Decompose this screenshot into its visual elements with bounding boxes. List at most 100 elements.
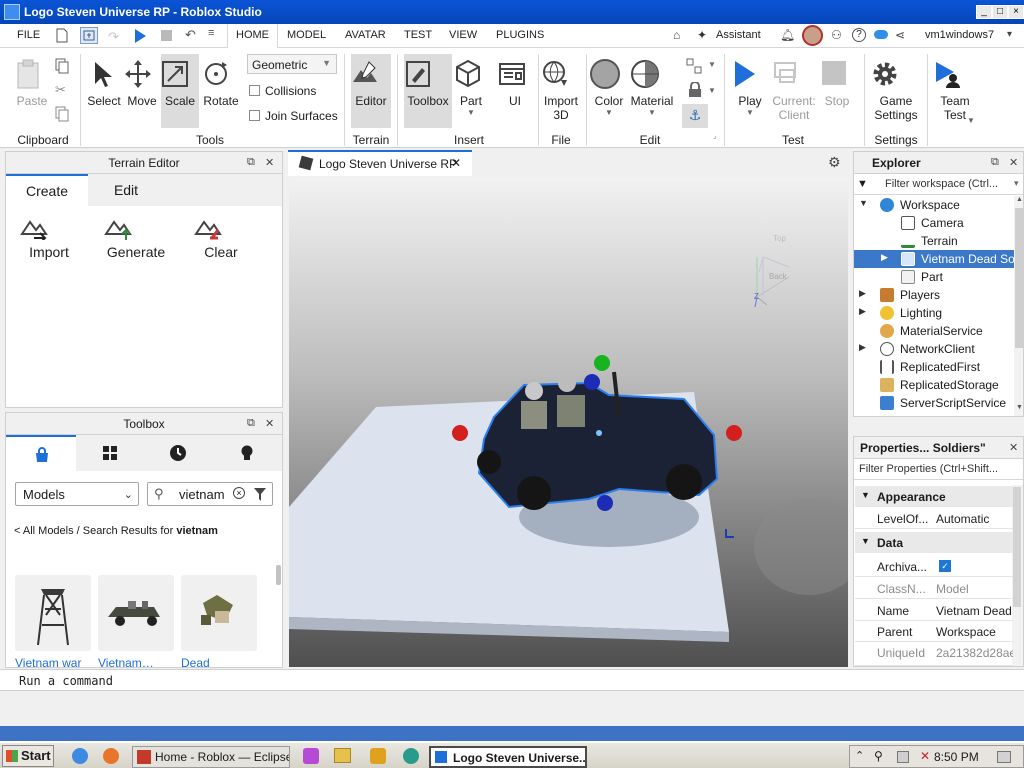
taskbar-item-eclipse[interactable]: Home - Roblox — Eclipse... bbox=[132, 746, 290, 768]
tray-network-icon[interactable] bbox=[897, 751, 909, 763]
properties-filter-box[interactable]: Filter Properties (Ctrl+Shift... bbox=[854, 460, 1023, 480]
close-properties-icon[interactable]: ✕ bbox=[1009, 441, 1018, 454]
properties-scrollbar-thumb[interactable] bbox=[1013, 487, 1021, 607]
filter-icon[interactable] bbox=[254, 488, 266, 501]
start-button[interactable]: Start bbox=[2, 745, 54, 767]
explorer-filter-input[interactable]: Filter workspace (Ctrl... bbox=[885, 178, 998, 190]
game-settings-button[interactable]: Game Settings bbox=[870, 58, 922, 122]
quick-access-menu-icon[interactable]: ≡ bbox=[208, 27, 214, 39]
stop-quick-icon[interactable] bbox=[161, 30, 172, 41]
color-button[interactable]: Color ▼ bbox=[590, 58, 628, 117]
tab-marketplace[interactable] bbox=[6, 435, 76, 471]
properties-filter-input[interactable]: Filter Properties (Ctrl+Shift... bbox=[859, 463, 998, 475]
team-test-dropdown-chevron-icon[interactable]: ▼ bbox=[967, 116, 975, 125]
ie-browser-icon[interactable] bbox=[72, 748, 88, 764]
join-surfaces-checkbox[interactable] bbox=[249, 110, 260, 121]
cut-icon[interactable]: ✂ bbox=[55, 82, 66, 98]
result-thumbnail-watchtower[interactable] bbox=[15, 575, 91, 651]
viewport-settings-gear-icon[interactable]: ⚙ bbox=[828, 154, 841, 171]
group-icon[interactable] bbox=[686, 58, 702, 74]
close-tab-icon[interactable]: ✕ bbox=[451, 156, 461, 170]
play-quick-icon[interactable] bbox=[133, 28, 147, 44]
taskbar-item-roblox-studio[interactable]: Logo Steven Universe... bbox=[429, 746, 587, 768]
close-toolbox-icon[interactable]: ✕ bbox=[265, 417, 274, 430]
property-row-levelofdetail[interactable]: LevelOf... Automatic bbox=[855, 508, 1013, 529]
tree-item-materialservice[interactable]: MaterialService bbox=[854, 322, 1023, 340]
tab-view[interactable]: VIEW bbox=[449, 29, 477, 41]
duplicate-icon[interactable] bbox=[55, 106, 69, 122]
clock[interactable]: 8:50 PM bbox=[934, 750, 979, 764]
import-3d-button[interactable]: Import 3D bbox=[541, 58, 581, 122]
group-dropdown-chevron-icon[interactable]: ▼ bbox=[708, 60, 716, 69]
move-tool-button[interactable]: Move bbox=[124, 58, 160, 108]
rotate-tool-button[interactable]: Rotate bbox=[202, 58, 240, 108]
terrain-clear-button[interactable]: Clear bbox=[194, 214, 248, 260]
help-icon[interactable]: ? bbox=[852, 28, 866, 42]
tree-item-workspace[interactable]: ▼ Workspace bbox=[854, 196, 1023, 214]
redo-icon[interactable]: ↷ bbox=[108, 29, 119, 45]
ui-button[interactable]: UI bbox=[498, 58, 532, 108]
undock-panel-icon[interactable]: ⧉ bbox=[247, 156, 255, 169]
expand-arrow-icon[interactable]: ▶ bbox=[859, 288, 866, 299]
collapse-arrow-icon[interactable]: ▼ bbox=[861, 490, 870, 500]
explorer-scrollbar-thumb[interactable] bbox=[1015, 208, 1023, 348]
folder-icon[interactable] bbox=[334, 748, 351, 763]
category-dropdown[interactable]: Models ⌄ bbox=[15, 482, 139, 506]
command-input[interactable]: Run a command bbox=[19, 674, 113, 688]
tree-item-players[interactable]: ▶ Players bbox=[854, 286, 1023, 304]
tray-expand-icon[interactable]: ⌃ bbox=[855, 749, 864, 762]
close-window-button[interactable]: × bbox=[1008, 5, 1024, 19]
property-category-data[interactable]: ▼ Data bbox=[855, 532, 1013, 553]
tree-item-camera[interactable]: Camera bbox=[854, 214, 1023, 232]
cloud-icon[interactable] bbox=[874, 30, 888, 39]
collapse-arrow-icon[interactable]: ▼ bbox=[861, 536, 870, 546]
property-row-name[interactable]: Name Vietnam Dead S bbox=[855, 600, 1013, 621]
tab-test[interactable]: TEST bbox=[404, 29, 432, 41]
result-label[interactable]: Dead bbox=[181, 656, 259, 667]
user-avatar[interactable] bbox=[802, 25, 823, 46]
stop-button[interactable]: Stop bbox=[820, 58, 854, 108]
assistant-sparkle-icon[interactable]: ✦ bbox=[697, 28, 707, 42]
tray-volume-muted-icon[interactable]: ✕ bbox=[920, 749, 930, 763]
add-friend-icon[interactable]: ⚇ bbox=[831, 28, 842, 42]
expand-arrow-icon[interactable]: ▶ bbox=[881, 252, 888, 263]
part-button[interactable]: Part ▼ bbox=[454, 58, 488, 117]
new-file-icon[interactable] bbox=[56, 28, 68, 43]
explorer-scrollbar[interactable]: ▲ ▼ bbox=[1014, 196, 1023, 416]
tree-item-lighting[interactable]: ▶ Lighting bbox=[854, 304, 1023, 322]
team-test-button[interactable]: Team Test bbox=[932, 58, 978, 122]
collisions-checkbox[interactable] bbox=[249, 85, 260, 96]
chat-app-icon[interactable] bbox=[403, 748, 419, 764]
paste-button[interactable]: Paste bbox=[14, 58, 50, 108]
tree-item-replicatedfirst[interactable]: ReplicatedFirst bbox=[854, 358, 1023, 376]
current-client-button[interactable]: Current: Client bbox=[771, 58, 817, 122]
media-player-icon[interactable] bbox=[370, 748, 386, 764]
lock-icon[interactable] bbox=[688, 82, 702, 98]
clear-search-icon[interactable]: × bbox=[233, 487, 245, 499]
result-thumbnail-dead[interactable] bbox=[181, 575, 257, 651]
3d-viewport[interactable]: Top Back Z bbox=[289, 177, 848, 667]
undock-panel-icon[interactable]: ⧉ bbox=[991, 156, 999, 169]
command-bar[interactable]: Run a command bbox=[0, 669, 1024, 691]
property-row-archivable[interactable]: Archiva... ✓ bbox=[855, 556, 1013, 577]
tab-create[interactable]: Create bbox=[6, 174, 88, 206]
material-button[interactable]: Material ▼ bbox=[630, 58, 674, 117]
home-icon[interactable]: ⌂ bbox=[673, 28, 680, 42]
scale-tool-button[interactable]: Scale bbox=[161, 54, 199, 128]
terrain-editor-button[interactable]: Editor bbox=[351, 54, 391, 128]
close-explorer-icon[interactable]: ✕ bbox=[1009, 156, 1018, 169]
cat-app-icon[interactable] bbox=[303, 748, 319, 764]
property-category-appearance[interactable]: ▼ Appearance bbox=[855, 486, 1013, 507]
terrain-generate-button[interactable]: Generate bbox=[104, 214, 168, 260]
property-row-classname[interactable]: ClassN... Model bbox=[855, 578, 1013, 599]
property-row-parent[interactable]: Parent Workspace bbox=[855, 621, 1013, 642]
scroll-down-arrow-icon[interactable]: ▼ bbox=[1016, 404, 1023, 411]
tab-recent[interactable] bbox=[144, 435, 212, 471]
toolbox-button[interactable]: Toolbox bbox=[404, 54, 452, 128]
tab-creations[interactable] bbox=[212, 435, 282, 471]
play-button[interactable]: Play ▼ bbox=[730, 58, 770, 117]
anchor-icon[interactable]: ⚓︎ bbox=[682, 104, 708, 128]
share-icon[interactable]: ⋖ bbox=[895, 28, 905, 42]
scroll-up-arrow-icon[interactable]: ▲ bbox=[1016, 196, 1023, 203]
minimize-button[interactable]: _ bbox=[976, 5, 992, 19]
